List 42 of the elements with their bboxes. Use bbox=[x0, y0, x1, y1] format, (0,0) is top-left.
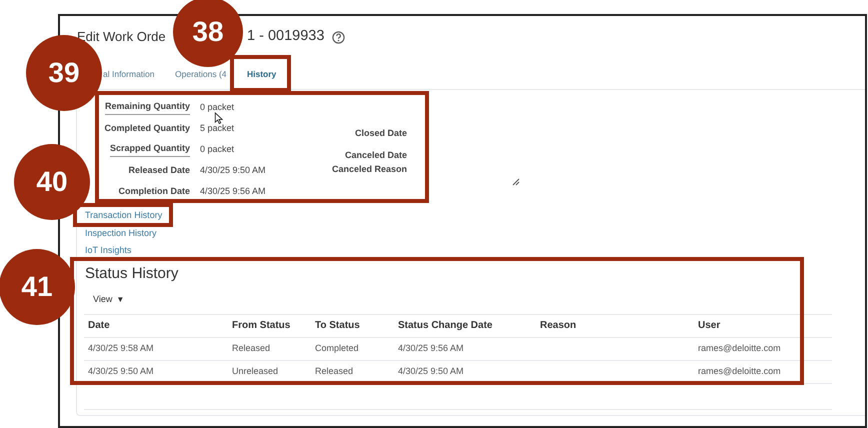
table-cell-text: 4/30/25 9:56 AM bbox=[398, 342, 465, 355]
column-header: Date bbox=[88, 319, 111, 333]
table-cell-text: Completed bbox=[315, 342, 360, 355]
cursor-icon bbox=[214, 112, 223, 124]
table-cell-text: Unreleased bbox=[232, 364, 280, 378]
column-header: From Status bbox=[232, 319, 292, 333]
field-label: Scrapped Quantity bbox=[110, 142, 190, 157]
step-number: 41 bbox=[0, 249, 75, 325]
section-title: Status History bbox=[85, 264, 178, 284]
tab[interactable]: al Information bbox=[103, 68, 154, 81]
table-cell-text: 4/30/25 9:50 AM bbox=[398, 364, 465, 378]
field-label: Remaining Quantity bbox=[104, 100, 190, 115]
field-label: Canceled Reason bbox=[332, 163, 407, 176]
field-value: 0 packet bbox=[200, 100, 234, 114]
field-value: 5 packet bbox=[200, 122, 234, 135]
field-label: Closed Date bbox=[354, 127, 407, 140]
table-cell-text: rames@deloitte.com bbox=[698, 364, 782, 378]
resize-handle-icon[interactable] bbox=[512, 178, 520, 186]
table-cell-text: Released bbox=[232, 342, 272, 355]
tab[interactable]: History bbox=[247, 68, 276, 81]
link[interactable]: Inspection History bbox=[85, 226, 157, 240]
help-icon[interactable] bbox=[332, 30, 346, 44]
field-value: 4/30/25 9:56 AM bbox=[200, 184, 266, 198]
field-value: 0 packet bbox=[200, 142, 234, 156]
link[interactable]: IoT Insights bbox=[85, 244, 132, 258]
page-title: 1 - 0019933 bbox=[247, 27, 324, 46]
column-header: User bbox=[698, 319, 722, 333]
field-label: Completion Date bbox=[118, 184, 190, 198]
tab[interactable]: Operations (4 bbox=[175, 68, 226, 81]
field-label: Released Date bbox=[128, 164, 190, 177]
link[interactable]: Transaction History bbox=[85, 209, 162, 222]
field-value: 4/30/25 9:50 AM bbox=[200, 164, 266, 177]
table-cell-text: 4/30/25 9:58 AM bbox=[88, 342, 155, 355]
view-menu[interactable]: View ▼ bbox=[93, 292, 124, 306]
field-label: Canceled Date bbox=[344, 149, 407, 162]
column-header: Reason bbox=[540, 319, 578, 333]
column-header: Status Change Date bbox=[398, 319, 494, 333]
table-cell-text: 4/30/25 9:50 AM bbox=[88, 364, 155, 378]
table-cell-text: Released bbox=[315, 364, 354, 378]
field-label: Completed Quantity bbox=[104, 122, 190, 135]
table-cell-text: rames@deloitte.com bbox=[698, 342, 782, 355]
column-header: To Status bbox=[315, 319, 361, 333]
